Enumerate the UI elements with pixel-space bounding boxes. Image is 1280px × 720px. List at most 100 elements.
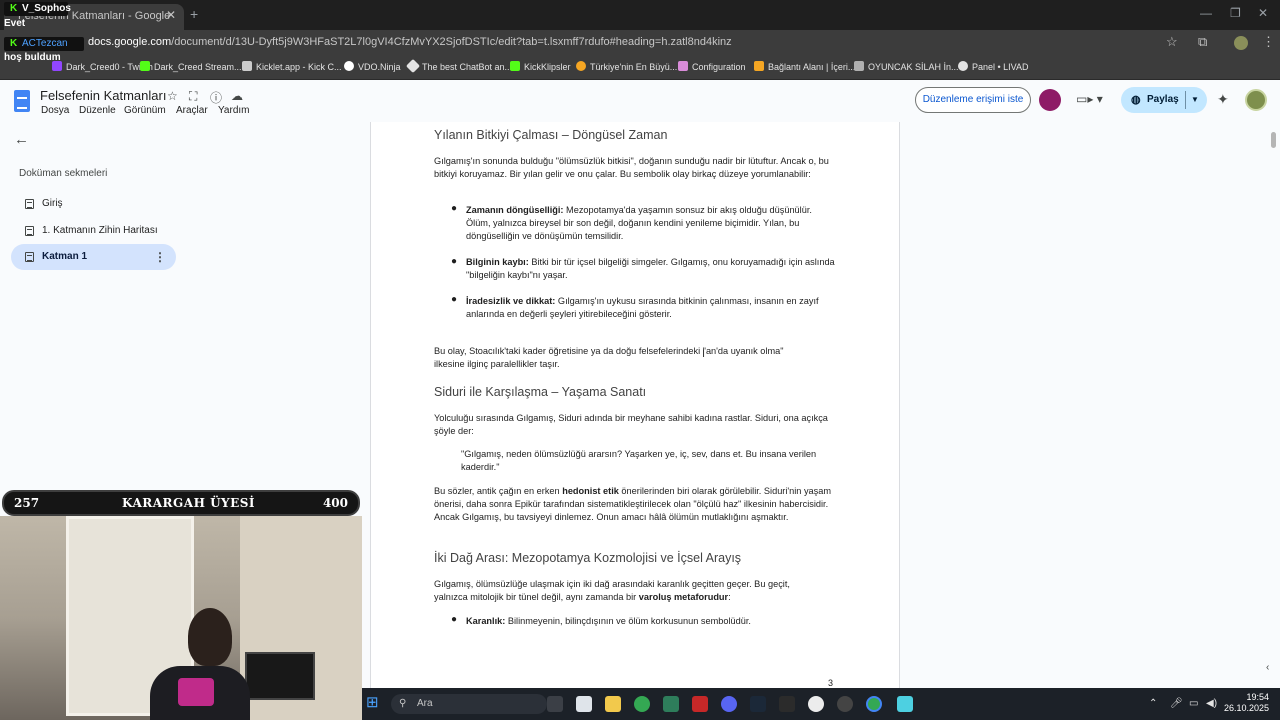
clock-time: 19:54 [1246, 692, 1270, 702]
microphone-light [178, 678, 214, 706]
bullet-item: Bilginin kaybı: Bitki bir tür içsel bilg… [466, 257, 835, 280]
bookmark-item[interactable]: The best ChatBot an... [405, 58, 512, 74]
text-cursor-icon: I [702, 348, 706, 360]
site-icon [576, 61, 586, 71]
menu-help[interactable]: Yardım [218, 105, 250, 116]
menu-view[interactable]: Görünüm [124, 105, 166, 116]
collaborator-avatar[interactable] [1039, 89, 1061, 111]
taskbar-search[interactable]: ⚲ Ara [391, 694, 547, 714]
heading: İki Dağ Arası: Mezopotamya Kozmolojisi v… [434, 551, 742, 565]
bookmark-item[interactable]: OYUNCAK SİLAH İn... [854, 61, 959, 72]
sidebar-item-label: Katman 1 [42, 251, 88, 262]
menu-file[interactable]: Dosya [41, 105, 69, 116]
more-options-icon[interactable]: ⋮ [154, 244, 166, 270]
folder-icon[interactable] [605, 696, 621, 712]
window-close-icon[interactable]: ✕ [1258, 6, 1268, 20]
sidebar-item-zihin-haritasi[interactable]: 1. Katmanın Zihin Haritası [11, 218, 176, 244]
chrome-icon[interactable] [634, 696, 650, 712]
chat-overlay-2: K ACTezcan [4, 37, 84, 51]
bookmark-item[interactable]: Configuration [678, 61, 746, 72]
menu-edit[interactable]: Düzenle [79, 105, 116, 116]
chat-overlay-1: K V_Sophos [4, 2, 71, 16]
app-icon[interactable] [663, 696, 679, 712]
chrome-active-icon[interactable] [866, 696, 882, 712]
close-icon[interactable]: ✕ [166, 8, 176, 22]
taskbar-clock[interactable]: 19:54 26.10.2025 [1224, 692, 1269, 714]
document-tab-icon [25, 226, 34, 236]
chatbot-icon [405, 58, 421, 74]
user-avatar[interactable] [1245, 89, 1267, 111]
bookmark-item[interactable]: Bağlantı Alanı | İçeri... [754, 61, 855, 72]
menu-kebab-icon[interactable]: ⋮ [1262, 34, 1275, 50]
chevron-left-icon[interactable]: ‹ [1266, 662, 1269, 673]
share-button[interactable]: ◍ Paylaş ▼ [1121, 87, 1207, 113]
sidebar-item-katman-1[interactable]: Katman 1 ⋮ [11, 244, 176, 270]
bookmark-item[interactable]: Dark_Creed0 - Twitch [52, 61, 153, 72]
notepad-icon[interactable] [897, 696, 913, 712]
bullet-icon: ● [451, 614, 458, 625]
cloud-status-icon[interactable]: ☁ [231, 89, 243, 103]
network-icon[interactable]: ▭ [1189, 698, 1198, 709]
address-bar-row: docs.google.com/document/d/13U-Dyft5j9W3… [0, 30, 1280, 56]
config-icon [678, 61, 688, 71]
chat-message: Evet [4, 18, 26, 29]
share-divider [1185, 91, 1186, 109]
meet-video-icon[interactable]: ▭▸ ▾ [1076, 92, 1103, 106]
volume-icon[interactable]: ◀) [1206, 698, 1217, 709]
chatgpt-icon[interactable] [808, 696, 824, 712]
back-arrow-icon[interactable]: ← [14, 131, 29, 148]
monitor [245, 652, 315, 700]
kick-icon: K [10, 38, 18, 49]
new-tab-icon[interactable]: + [190, 6, 198, 22]
kicklet-icon [242, 61, 252, 71]
discord-icon[interactable] [721, 696, 737, 712]
docs-logo-icon[interactable] [14, 90, 30, 112]
document-tab-icon [25, 252, 34, 262]
bullet-item: Karanlık: Bilinmeyenin, bilinçdışının ve… [466, 616, 751, 626]
chevron-down-icon[interactable]: ▼ [1191, 87, 1199, 113]
extensions-icon[interactable]: ⧉ [1198, 34, 1207, 50]
microphone-icon[interactable]: 🎤︎ [1170, 698, 1183, 709]
task-view-icon[interactable] [547, 696, 563, 712]
windows-start-icon[interactable]: ⊞ [366, 695, 382, 711]
menu-tools[interactable]: Araçlar [176, 105, 208, 116]
chat-user: V_Sophos [22, 3, 71, 14]
minimize-icon[interactable]: — [1200, 6, 1212, 20]
bookmark-item[interactable]: VDO.Ninja [344, 61, 401, 72]
globe-icon: ◍ [1131, 94, 1141, 106]
chat-user: ACTezcan [22, 38, 68, 49]
bookmark-item[interactable]: KickKlipsler [510, 61, 571, 72]
quote: "Gılgamış, neden ölümsüzlüğü ararsın? Ya… [461, 449, 817, 472]
info-icon[interactable]: ⓘ [210, 89, 222, 106]
gemini-icon[interactable]: ✦ [1217, 91, 1229, 108]
steam-icon[interactable] [750, 696, 766, 712]
sidebar-item-giris[interactable]: Giriş [11, 191, 176, 217]
bookmark-star-icon[interactable]: ☆ [1166, 34, 1178, 50]
request-edit-access-button[interactable]: Düzenleme erişimi iste [915, 87, 1031, 113]
app-icon[interactable] [692, 696, 708, 712]
bookmark-item[interactable]: Panel • LIVAD [958, 61, 1029, 72]
file-manager-icon[interactable] [576, 696, 592, 712]
webcam-feed [0, 516, 362, 720]
obs-icon[interactable] [837, 696, 853, 712]
epic-games-icon[interactable] [779, 696, 795, 712]
bookmark-item[interactable]: Dark_Creed Stream... [140, 61, 242, 72]
link-icon [754, 61, 764, 71]
bullet-icon: ● [451, 256, 458, 267]
paragraph: Gılgamış, ölümsüzlüğe ulaşmak için iki d… [434, 579, 790, 602]
profile-avatar[interactable] [1234, 36, 1248, 50]
bookmark-item[interactable]: Kicklet.app - Kick C... [242, 61, 342, 72]
tray-expand-icon[interactable]: ⌃ [1149, 698, 1157, 709]
star-icon[interactable]: ☆ [167, 89, 178, 103]
kick-icon [140, 61, 150, 71]
move-folder-icon[interactable]: ⛶ [189, 89, 197, 104]
bookmark-item[interactable]: Türkiye'nin En Büyü... [576, 61, 677, 72]
document-title[interactable]: Felsefenin Katmanları [40, 88, 166, 103]
address-bar[interactable]: docs.google.com/document/d/13U-Dyft5j9W3… [88, 36, 732, 48]
maximize-icon[interactable]: ❐ [1230, 6, 1241, 20]
url-host: docs.google.com [88, 36, 172, 48]
panel-icon [958, 61, 968, 71]
paragraph: Gılgamış'ın sonunda bulduğu "ölümsüzlük … [434, 156, 829, 179]
scrollbar-thumb[interactable] [1271, 132, 1276, 148]
paragraph: Yolculuğu sırasında Gılgamış, Siduri adı… [434, 413, 828, 436]
